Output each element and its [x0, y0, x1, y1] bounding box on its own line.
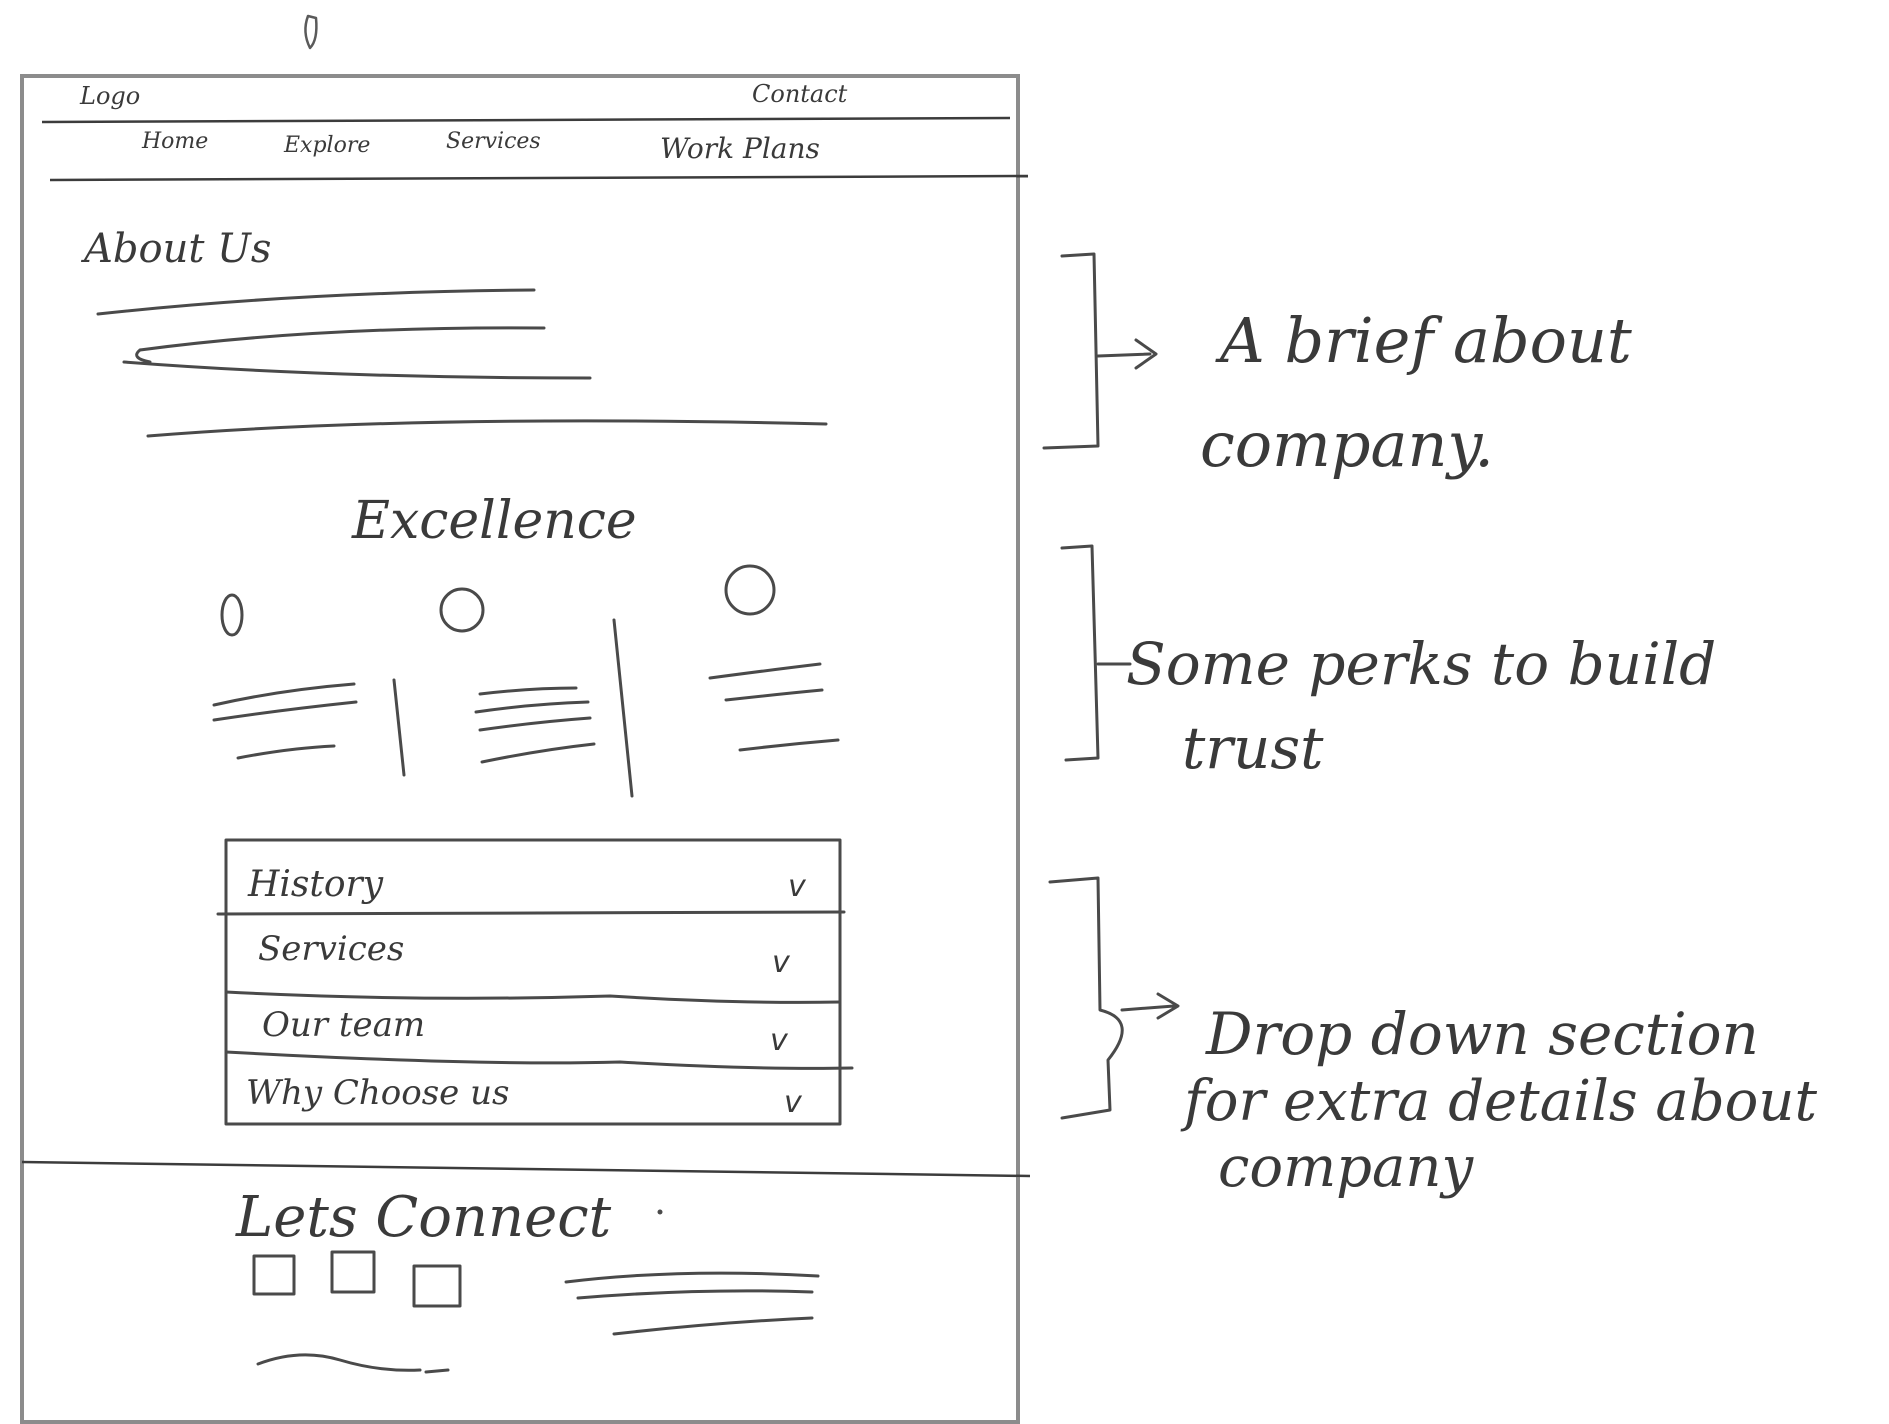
accordion-divider	[224, 1050, 854, 1070]
about-text-line	[135, 326, 546, 364]
accordion: History v Services v Our team v Why Choo…	[216, 838, 854, 1126]
social-icon[interactable]	[252, 1254, 296, 1296]
about-text-line	[122, 360, 592, 380]
perk-text-line	[724, 688, 824, 702]
accordion-item-services[interactable]: Services v	[258, 929, 791, 980]
nav-services[interactable]: Services	[446, 129, 541, 154]
accordion-item-label: History	[247, 864, 384, 905]
footer-heading: Lets Connect	[235, 1185, 612, 1250]
perk-text-line	[738, 738, 840, 752]
stray-mark	[304, 14, 318, 50]
nav-home[interactable]: Home	[141, 129, 208, 154]
perk-text-line	[212, 682, 356, 707]
chevron-down-icon[interactable]: v	[788, 869, 807, 904]
chevron-down-icon[interactable]: v	[784, 1085, 803, 1120]
accordion-item-label: Why Choose us	[246, 1073, 509, 1113]
site-header: Logo Contact Home Explore Services Work …	[41, 80, 1029, 182]
logo[interactable]: Logo	[79, 82, 140, 110]
annotation-dropdown: Drop down section for extra details abou…	[1048, 876, 1817, 1200]
nav-work-plans[interactable]: Work Plans	[660, 132, 820, 165]
site-footer: Lets Connect	[235, 1185, 820, 1374]
perk-icon	[220, 593, 244, 637]
excellence-heading: Excellence	[351, 491, 637, 551]
accordion-item-our-team[interactable]: Our team v	[262, 1005, 789, 1058]
accordion-item-history[interactable]: History v	[247, 864, 807, 905]
footer-divider	[21, 1160, 1031, 1178]
footer-text-line	[612, 1316, 814, 1336]
annotation-text: trust	[1182, 714, 1324, 782]
accordion-item-label: Services	[258, 929, 404, 969]
chevron-down-icon[interactable]: v	[770, 1023, 789, 1058]
perk-text-line	[236, 744, 336, 760]
perk-divider	[392, 678, 406, 777]
arrow-icon	[1096, 338, 1158, 370]
perk-text-line	[708, 662, 822, 680]
excellence-section: Excellence	[212, 491, 840, 798]
arrow-icon	[1120, 992, 1180, 1020]
wireframe-sketch: Logo Contact Home Explore Services Work …	[20, 14, 1817, 1424]
bracket	[1042, 252, 1100, 450]
nav-divider	[49, 174, 1029, 182]
social-icon[interactable]	[412, 1264, 462, 1308]
accordion-divider	[224, 990, 842, 1004]
social-icon[interactable]	[330, 1250, 376, 1294]
accordion-item-label: Our team	[262, 1005, 425, 1045]
annotation-perks: Some perks to build trust	[1060, 544, 1716, 782]
perk-divider	[612, 618, 634, 798]
annotation-about: A brief about company.	[1042, 252, 1632, 481]
about-text-line	[96, 288, 536, 316]
annotation-text: for extra details about	[1180, 1069, 1817, 1134]
chevron-down-icon[interactable]: v	[772, 945, 791, 980]
perk-text-line	[212, 700, 358, 722]
ink-dot	[657, 1209, 663, 1215]
footer-text-line	[256, 1353, 450, 1374]
perk-text-line	[480, 742, 596, 764]
about-section: About Us	[80, 226, 828, 438]
perk-text-line	[478, 686, 578, 696]
nav-explore[interactable]: Explore	[283, 133, 370, 158]
annotation-text: Drop down section	[1205, 1000, 1759, 1068]
perk-text-line	[478, 716, 592, 732]
header-divider	[41, 116, 1011, 124]
footer-text-line	[576, 1289, 814, 1300]
annotation-text: Some perks to build	[1126, 630, 1716, 698]
annotation-text: A brief about	[1215, 304, 1632, 377]
perk-text-line	[474, 700, 590, 714]
perk-icon	[439, 587, 485, 633]
footer-text-line	[564, 1271, 820, 1284]
accordion-divider	[216, 910, 846, 916]
about-heading: About Us	[80, 226, 271, 272]
about-text-line	[146, 419, 828, 438]
accordion-item-why-choose-us[interactable]: Why Choose us v	[246, 1073, 803, 1120]
annotation-text: company	[1218, 1135, 1474, 1200]
perk-icon	[724, 564, 776, 616]
bracket	[1060, 544, 1100, 762]
annotation-text: company.	[1200, 408, 1494, 481]
bracket	[1048, 876, 1124, 1120]
contact-link[interactable]: Contact	[752, 80, 848, 108]
